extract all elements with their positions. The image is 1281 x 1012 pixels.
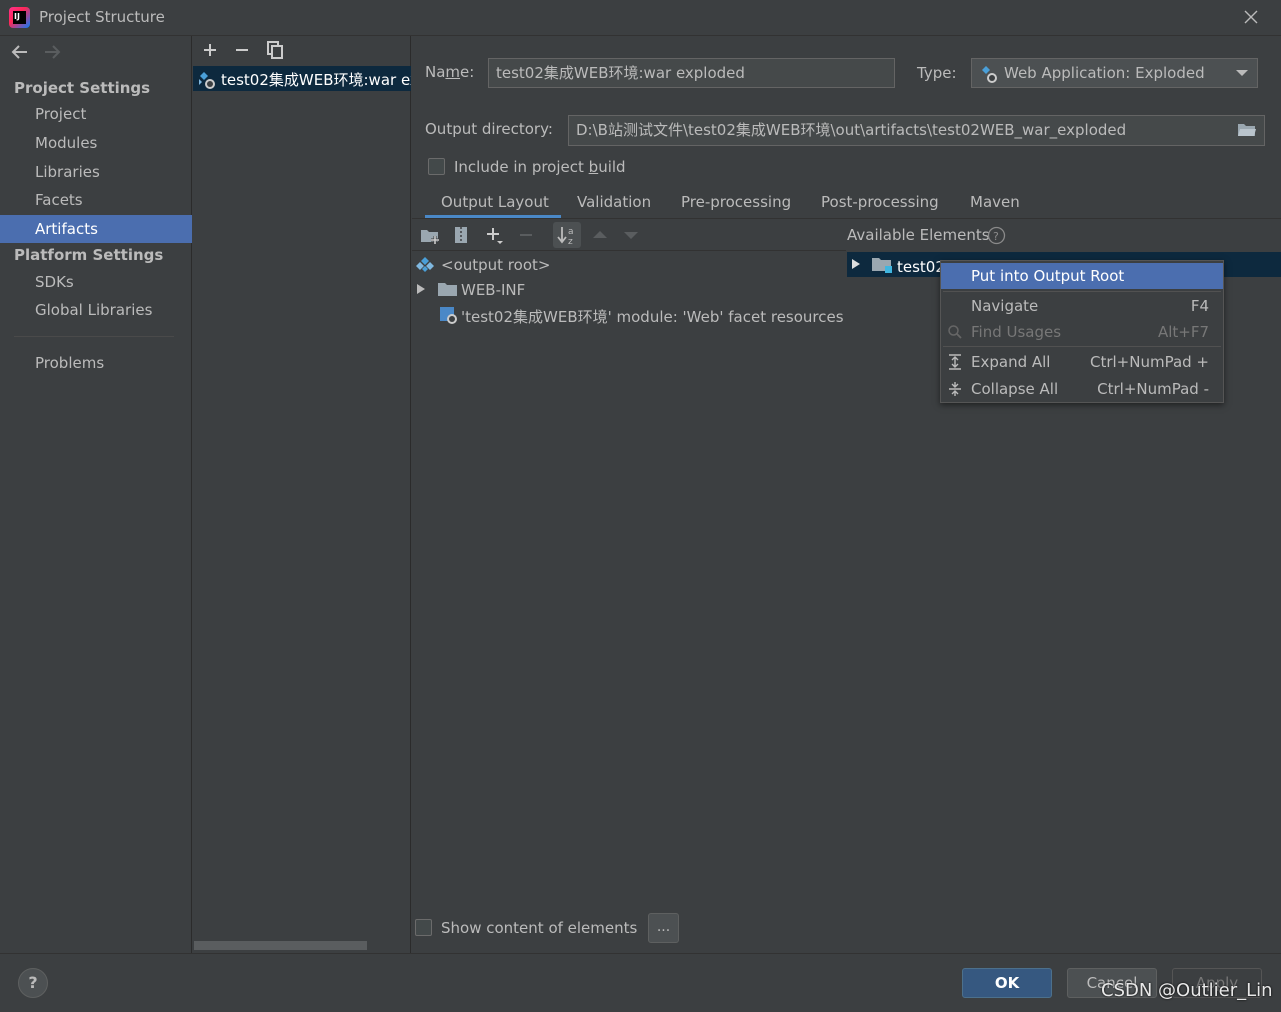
add-copy-of-icon[interactable] — [483, 224, 505, 246]
tree-node-web-inf[interactable]: WEB-INF — [461, 281, 525, 299]
remove-element-icon[interactable] — [515, 224, 537, 246]
tab-pre-processing[interactable]: Pre-processing — [681, 192, 791, 218]
folder-browse-icon[interactable] — [1237, 121, 1257, 139]
output-root-icon — [416, 257, 434, 272]
type-dropdown-value: Web Application: Exploded — [1004, 64, 1205, 82]
title-bar — [0, 0, 1281, 36]
menu-item-collapse-all[interactable]: Collapse All Ctrl+NumPad - — [941, 376, 1223, 402]
expand-all-shortcut: Ctrl+NumPad + — [1089, 353, 1209, 371]
type-label: Type: — [917, 64, 957, 82]
show-content-options-button[interactable]: ... — [648, 913, 679, 943]
tree-node-facet-resources[interactable]: 'test02集成WEB环境' module: 'Web' facet reso… — [461, 306, 844, 327]
add-icon[interactable] — [199, 40, 221, 60]
sidebar-divider — [14, 336, 174, 337]
sort-alphabetically-icon: a z — [557, 227, 574, 246]
forward-arrow-icon[interactable] — [41, 42, 63, 62]
tree-node-output-root[interactable]: <output root> — [441, 256, 550, 274]
expand-all-icon — [949, 354, 961, 370]
svg-text:a: a — [568, 227, 574, 237]
create-directory-icon[interactable] — [419, 224, 441, 246]
menu-separator — [943, 346, 1221, 347]
name-input[interactable]: test02集成WEB环境:war exploded — [488, 58, 895, 88]
help-circle-icon[interactable]: ? — [987, 226, 1006, 245]
web-application-icon — [982, 66, 997, 83]
name-label: Name: — [425, 63, 475, 81]
output-directory-input[interactable]: D:\B站测试文件\test02集成WEB环境\out\artifacts\te… — [568, 115, 1265, 146]
tab-maven[interactable]: Maven — [970, 192, 1020, 218]
move-down-icon[interactable] — [620, 224, 642, 246]
artifact-list-scrollbar[interactable] — [194, 941, 367, 950]
artifact-list-item-label: test02集成WEB环境:war exploded — [221, 71, 411, 89]
collapse-all-icon — [949, 382, 961, 396]
module-folder-icon — [872, 258, 892, 273]
csdn-watermark: CSDN @Outlier_Lin — [1101, 980, 1273, 1001]
web-artifact-icon — [199, 72, 215, 89]
platform-settings-header: Platform Settings — [14, 246, 164, 264]
project-settings-header: Project Settings — [14, 79, 151, 97]
tab-validation[interactable]: Validation — [577, 192, 651, 218]
expand-arrow-icon[interactable] — [415, 282, 427, 296]
svg-text:z: z — [568, 237, 573, 246]
remove-icon[interactable] — [231, 40, 253, 60]
available-elements-header: Available Elements — [847, 226, 990, 244]
svg-text:?: ? — [993, 230, 999, 243]
chevron-down-icon — [1236, 70, 1248, 76]
expand-arrow-icon[interactable] — [850, 257, 862, 271]
sidebar-item-global-libraries[interactable]: Global Libraries — [0, 296, 192, 324]
sidebar-item-facets[interactable]: Facets — [0, 186, 192, 214]
include-in-build-checkbox[interactable] — [428, 158, 445, 175]
back-arrow-icon[interactable] — [9, 42, 31, 62]
collapse-all-shortcut: Ctrl+NumPad - — [1097, 380, 1209, 398]
search-icon — [948, 325, 962, 339]
copy-icon[interactable] — [264, 40, 286, 60]
sidebar-item-modules[interactable]: Modules — [0, 129, 192, 157]
artifact-list-panel — [193, 36, 411, 953]
output-directory-label: Output directory: — [425, 120, 553, 138]
tab-post-processing[interactable]: Post-processing — [821, 192, 939, 218]
type-dropdown[interactable]: Web Application: Exploded — [971, 58, 1258, 88]
sidebar-item-sdks[interactable]: SDKs — [0, 268, 192, 296]
ok-button[interactable]: OK — [962, 968, 1052, 998]
folder-icon — [438, 283, 457, 296]
menu-item-expand-all[interactable]: Expand All Ctrl+NumPad + — [941, 349, 1223, 375]
sidebar-item-libraries[interactable]: Libraries — [0, 158, 192, 186]
sidebar-item-project[interactable]: Project — [0, 100, 192, 128]
context-menu: Put into Output Root Navigate F4 Find Us… — [940, 260, 1224, 403]
menu-item-navigate[interactable]: Navigate F4 — [941, 293, 1223, 319]
move-up-icon[interactable] — [589, 224, 611, 246]
intellij-logo-icon: IJ — [9, 7, 30, 28]
web-facet-icon — [440, 307, 457, 324]
help-button[interactable]: ? — [18, 968, 48, 998]
show-content-label: Show content of elements — [441, 919, 638, 937]
sidebar-item-problems[interactable]: Problems — [0, 349, 192, 377]
sidebar-item-artifacts[interactable]: Artifacts — [0, 215, 192, 243]
menu-item-find-usages[interactable]: Find Usages Alt+F7 — [941, 319, 1223, 345]
show-content-checkbox[interactable] — [415, 919, 432, 936]
menu-separator — [943, 291, 1221, 292]
find-usages-shortcut: Alt+F7 — [1157, 323, 1209, 341]
close-icon[interactable] — [1240, 6, 1262, 28]
menu-item-put-into-output-root[interactable]: Put into Output Root — [941, 263, 1223, 289]
include-in-build-label: Include in project build — [454, 158, 626, 176]
window-title: Project Structure — [39, 8, 165, 26]
create-archive-icon[interactable] — [450, 224, 472, 246]
navigate-shortcut: F4 — [1190, 297, 1209, 315]
